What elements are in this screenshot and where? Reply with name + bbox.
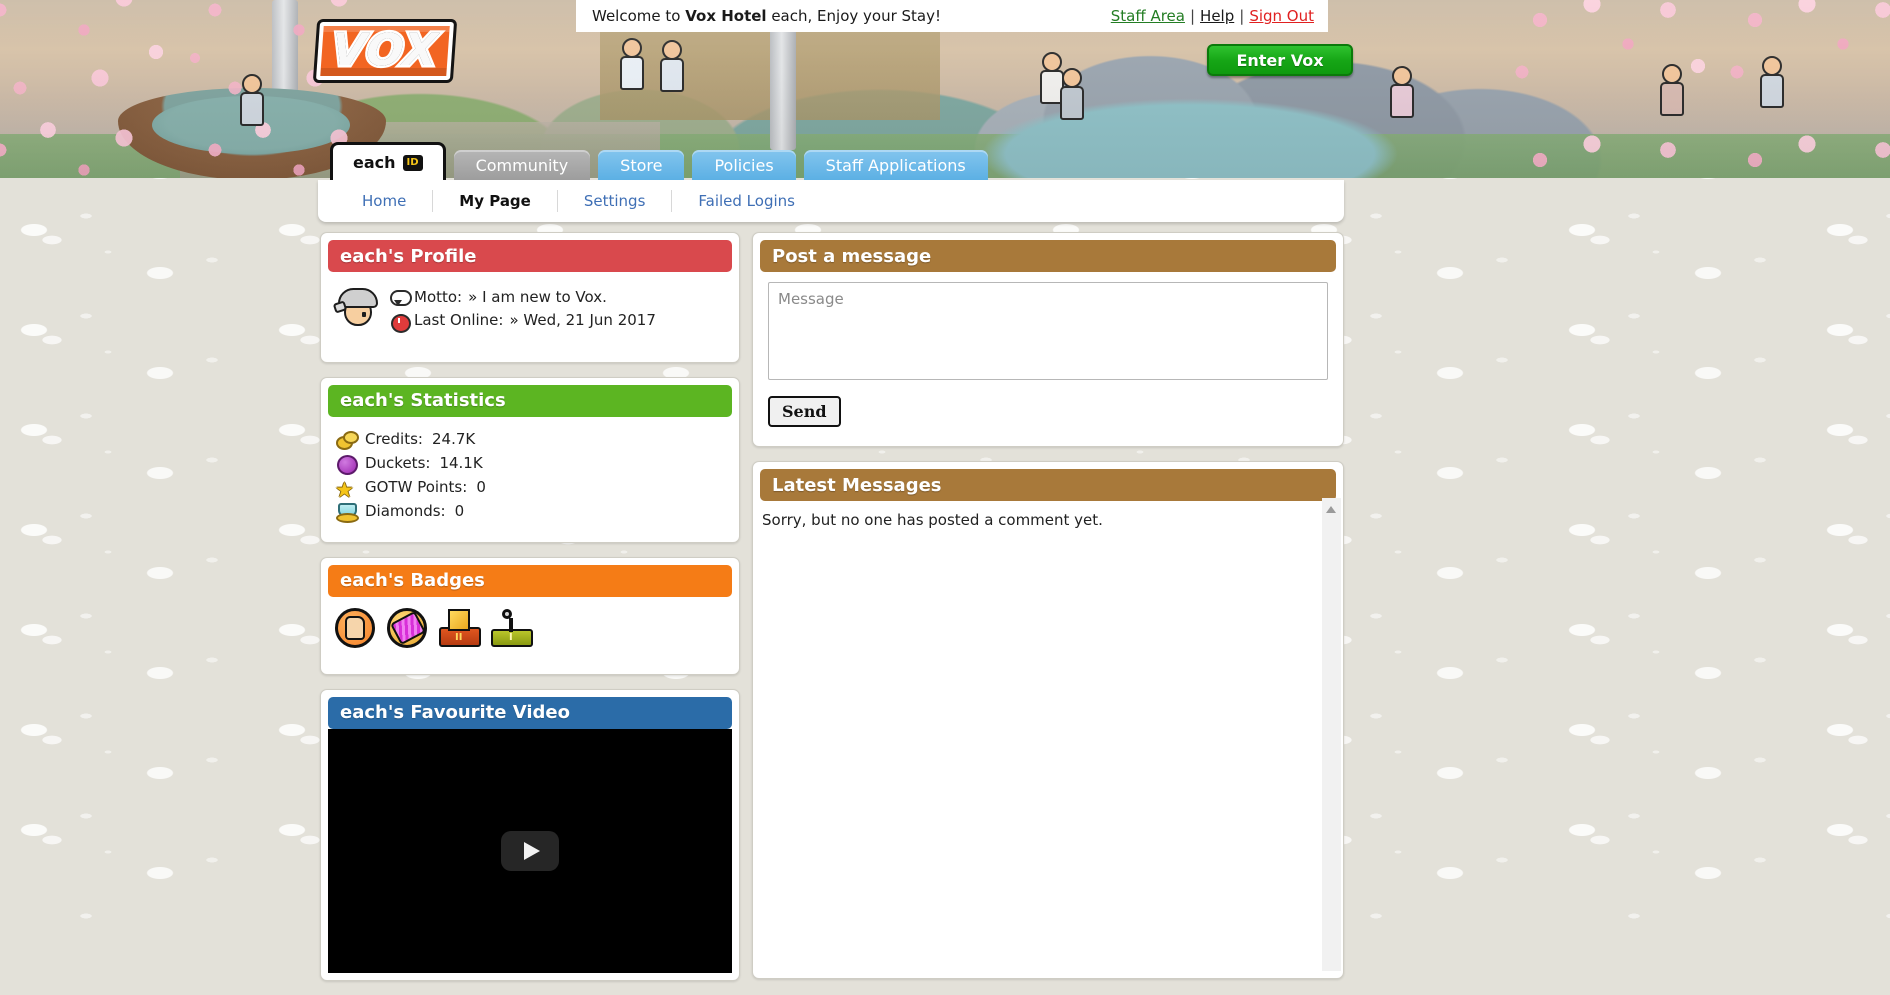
help-link[interactable]: Help [1200,7,1234,25]
favourite-video-panel-title: each's Favourite Video [340,702,571,723]
avatar [332,286,380,330]
credits-value: 24.7K [431,429,476,448]
tab-staff-applications[interactable]: Staff Applications [803,150,988,180]
motto-label: Motto: [414,288,463,306]
latest-messages-body: Sorry, but no one has posted a comment y… [760,498,1341,971]
left-column: each's Profile Motto: » I am new to Vox.… [320,232,740,995]
profile-panel-header: each's Profile [328,240,732,272]
staff-area-link[interactable]: Staff Area [1111,7,1185,25]
duckets-icon [336,454,358,475]
last-online-value: » Wed, 21 Jun 2017 [509,311,656,330]
stat-row-diamonds: Diamonds: 0 [336,499,724,523]
message-input[interactable] [768,282,1328,380]
profile-details: Motto: » I am new to Vox. Last Online: »… [390,286,656,333]
badges-panel-header: each's Badges [328,564,732,597]
credits-label: Credits: [365,429,423,448]
latest-messages-empty-text: Sorry, but no one has posted a comment y… [762,511,1103,529]
link-separator: | [1239,7,1245,25]
youtube-play-icon[interactable] [501,830,559,871]
tab-each[interactable]: each ID [330,142,446,180]
badges-panel: each's Badges II I [320,556,740,675]
vox-logo[interactable]: VOX [312,19,458,83]
credits-icon [336,430,359,450]
statistics-panel-title: each's Statistics [340,390,506,411]
welcome-message: Welcome to Vox Hotel each, Enjoy your St… [592,7,941,25]
subnav-failed-logins-label: Failed Logins [698,192,795,210]
stat-row-gotw: GOTW Points: 0 [335,474,724,508]
post-message-panel-body: Send [760,272,1336,439]
latest-messages-scrollbar[interactable] [1322,498,1341,971]
latest-messages-panel-header: Latest Messages [760,469,1336,501]
tab-each-label: each [353,153,396,172]
content-sheet: Home My Page Settings Failed Logins [318,180,1344,222]
statistics-panel-header: each's Statistics [328,384,732,417]
subnav-my-page[interactable]: My Page [433,190,558,212]
gold-cube-badge-icon[interactable]: II [438,607,482,651]
tab-store-label: Store [620,155,663,175]
badges-panel-body: II I [328,597,732,667]
diamonds-label: Diamonds: [365,501,446,520]
statistics-panel-body: Credits: 24.7K Duckets: 14.1K GOTW Point… [328,417,732,535]
subnav-settings[interactable]: Settings [558,190,673,212]
sub-navigation: Home My Page Settings Failed Logins [318,180,1344,222]
tab-community[interactable]: Community [453,150,591,180]
latest-messages-panel: Latest Messages Sorry, but no one has po… [752,461,1344,979]
post-message-panel-header: Post a message [760,240,1336,272]
welcome-prefix: Welcome to [592,7,686,25]
subnav-failed-logins[interactable]: Failed Logins [672,190,821,212]
link-separator: | [1189,7,1196,25]
tab-community-label: Community [475,155,569,175]
enter-vox-label: Enter Vox [1236,50,1324,70]
subnav-home[interactable]: Home [336,190,434,212]
welcome-brand: Vox Hotel [685,7,767,25]
duckets-value: 14.1K [439,453,483,472]
alarm-clock-icon [390,312,411,333]
video-player[interactable] [328,728,732,973]
right-column: Post a message Send Latest Messages Sorr… [752,232,1344,993]
duckets-label: Duckets: [365,453,431,472]
speech-bubble-icon [390,289,412,307]
subnav-my-page-label: My Page [459,192,531,210]
welcome-links: Staff Area | Help | Sign Out [1111,7,1314,25]
tab-policies-label: Policies [714,155,774,175]
tab-policies[interactable]: Policies [692,150,796,180]
badges-panel-title: each's Badges [340,570,485,591]
enter-vox-button[interactable]: Enter Vox [1207,44,1353,76]
post-message-panel-title: Post a message [772,245,932,267]
key-badge-icon[interactable]: I [490,607,534,651]
gotw-star-icon [335,474,356,508]
id-badge-icon: ID [402,154,423,171]
sign-out-link[interactable]: Sign Out [1249,7,1314,25]
thumbs-up-badge-icon[interactable] [334,607,378,651]
welcome-bar: Welcome to Vox Hotel each, Enjoy your St… [576,0,1328,32]
last-online-label: Last Online: [414,311,504,330]
favourite-video-panel: each's Favourite Video [320,688,740,981]
gotw-value: 0 [476,477,486,496]
subnav-settings-label: Settings [583,192,646,210]
gotw-label: GOTW Points: [365,477,468,496]
diamonds-icon [336,502,359,523]
latest-messages-panel-title: Latest Messages [772,474,942,496]
diamonds-value: 0 [454,501,465,520]
subnav-home-label: Home [362,192,407,210]
welcome-suffix: each, Enjoy your Stay! [766,7,941,25]
send-button[interactable]: Send [768,396,841,427]
scroll-up-arrow-icon[interactable] [1326,506,1336,513]
stat-row-credits: Credits: 24.7K [336,427,724,451]
post-message-panel: Post a message Send [752,232,1344,447]
profile-panel-title: each's Profile [340,245,477,267]
favourite-video-panel-header: each's Favourite Video [328,696,732,729]
tab-staff-applications-label: Staff Applications [825,155,966,175]
vox-logo-text: VOX [312,19,458,83]
motto-row: Motto: » I am new to Vox. [390,286,656,309]
stat-row-duckets: Duckets: 14.1K [336,451,724,475]
tab-store[interactable]: Store [598,150,685,180]
profile-panel: each's Profile Motto: » I am new to Vox.… [320,232,740,363]
statistics-panel: each's Statistics Credits: 24.7K Duckets… [320,376,740,543]
last-online-row: Last Online: » Wed, 21 Jun 2017 [390,309,656,333]
comb-badge-icon[interactable] [386,607,430,651]
main-navigation-tabs: each ID Community Store Policies Staff A… [330,142,988,180]
motto-value: » I am new to Vox. [468,288,607,306]
profile-panel-body: Motto: » I am new to Vox. Last Online: »… [328,272,732,355]
